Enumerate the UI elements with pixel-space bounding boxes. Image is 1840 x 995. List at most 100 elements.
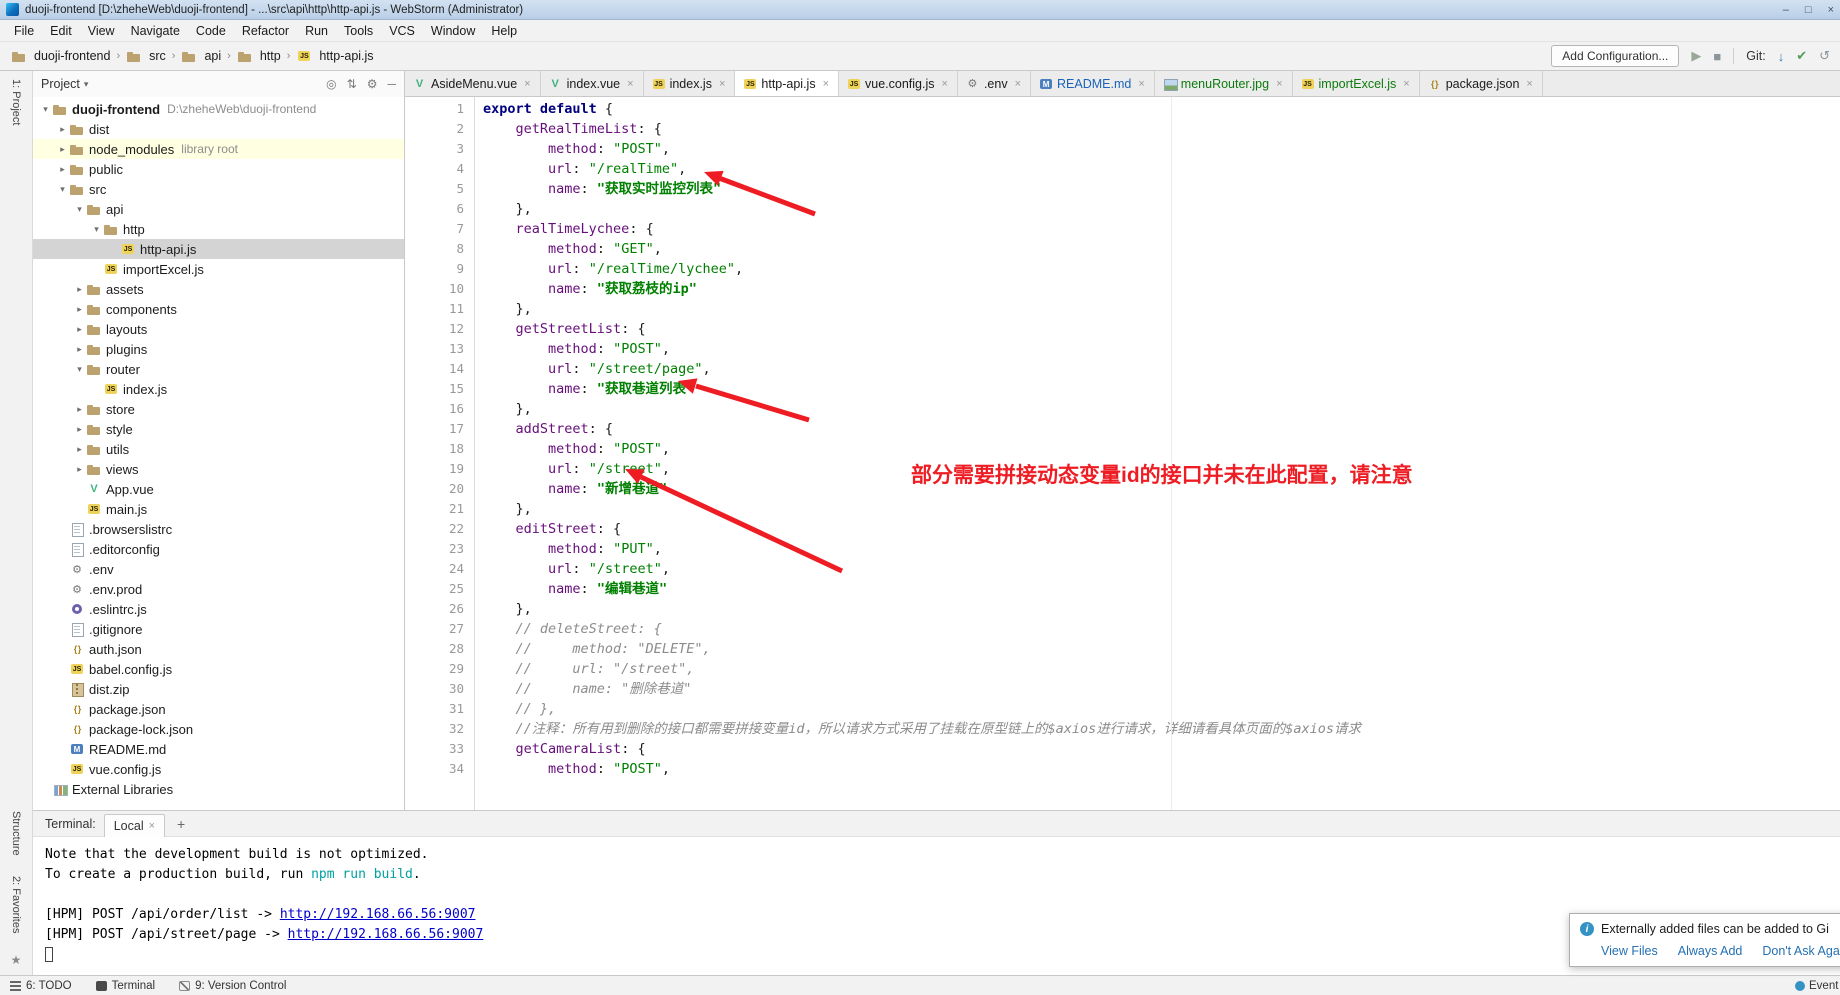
terminal-link[interactable]: http://192.168.66.56:9007 (288, 927, 484, 942)
close-tab-icon[interactable]: × (1524, 78, 1534, 90)
tree-item-babel-config-js[interactable]: babel.config.js (33, 659, 404, 679)
tab-vue-config-js[interactable]: vue.config.js× (839, 71, 958, 96)
new-terminal-session-icon[interactable]: + (173, 816, 189, 832)
maximize-button[interactable]: □ (1805, 4, 1812, 16)
menu-item-refactor[interactable]: Refactor (234, 22, 297, 40)
tab-index-js[interactable]: index.js× (644, 71, 736, 96)
close-tab-icon[interactable]: × (1274, 78, 1284, 90)
chevron-right-icon[interactable]: ▸ (56, 164, 69, 175)
tree-item-package-lock-json[interactable]: package-lock.json (33, 719, 404, 739)
tree-item-main-js[interactable]: main.js (33, 499, 404, 519)
tree-item-vue-config-js[interactable]: vue.config.js (33, 759, 404, 779)
tree-item-env-prod[interactable]: .env.prod (33, 579, 404, 599)
tree-item-api[interactable]: ▾api (33, 199, 404, 219)
tree-item-dist-zip[interactable]: dist.zip (33, 679, 404, 699)
close-tab-icon[interactable]: × (625, 78, 635, 90)
menu-item-help[interactable]: Help (483, 22, 525, 40)
tree-item-importexcel-js[interactable]: importExcel.js (33, 259, 404, 279)
chevron-down-icon[interactable]: ▾ (73, 364, 86, 375)
git-commit-icon[interactable]: ✔ (1796, 48, 1807, 64)
chevron-down-icon[interactable]: ▾ (56, 184, 69, 195)
menu-item-run[interactable]: Run (297, 22, 336, 40)
breadcrumb-item-src[interactable]: src (125, 48, 167, 64)
tree-item-editorconfig[interactable]: .editorconfig (33, 539, 404, 559)
stop-icon[interactable]: ■ (1713, 49, 1721, 64)
tool-stripe-1-project[interactable]: 1: Project (10, 79, 22, 125)
tree-item-views[interactable]: ▸views (33, 459, 404, 479)
tab-menurouter-jpg[interactable]: menuRouter.jpg× (1155, 71, 1293, 96)
tree-item-plugins[interactable]: ▸plugins (33, 339, 404, 359)
tab-readme-md[interactable]: README.md× (1031, 71, 1155, 96)
terminal-tab-local[interactable]: Local × (104, 814, 165, 837)
chevron-down-icon[interactable]: ▾ (73, 204, 86, 215)
tree-item-http[interactable]: ▾http (33, 219, 404, 239)
git-update-icon[interactable]: ↓ (1778, 49, 1785, 64)
tree-item-eslintrc-js[interactable]: .eslintrc.js (33, 599, 404, 619)
run-icon[interactable]: ▶ (1691, 48, 1701, 64)
tree-item-layouts[interactable]: ▸layouts (33, 319, 404, 339)
tab-http-api-js[interactable]: http-api.js× (735, 71, 839, 96)
git-rollback-icon[interactable]: ↺ (1819, 48, 1830, 64)
menu-item-window[interactable]: Window (423, 22, 483, 40)
statusbar-item-6-todo[interactable]: 6: TODO (10, 980, 72, 992)
terminal-cursor[interactable] (45, 947, 53, 962)
tree-item-duoji-frontend[interactable]: ▾duoji-frontendD:\zheheWeb\duoji-fronten… (33, 99, 404, 119)
tree-item-store[interactable]: ▸store (33, 399, 404, 419)
tree-item-node-modules[interactable]: ▸node_moduleslibrary root (33, 139, 404, 159)
menu-item-file[interactable]: File (6, 22, 42, 40)
locate-icon[interactable]: ◎ (326, 77, 336, 91)
terminal-link[interactable]: http://192.168.66.56:9007 (280, 907, 476, 922)
chevron-right-icon[interactable]: ▸ (73, 424, 86, 435)
close-icon[interactable]: × (149, 820, 155, 832)
collapse-all-icon[interactable]: ⇅ (347, 77, 357, 91)
tab-env[interactable]: .env× (958, 71, 1031, 96)
editor-code[interactable]: export default { getRealTimeList: { meth… (475, 97, 1840, 810)
chevron-right-icon[interactable]: ▸ (73, 284, 86, 295)
close-tab-icon[interactable]: × (1136, 78, 1146, 90)
tree-item-utils[interactable]: ▸utils (33, 439, 404, 459)
close-tab-icon[interactable]: × (1013, 78, 1023, 90)
notification-action-always-add[interactable]: Always Add (1678, 944, 1743, 958)
close-tab-icon[interactable]: × (821, 78, 831, 90)
tree-item-external-libraries[interactable]: External Libraries (33, 779, 404, 799)
tree-item-public[interactable]: ▸public (33, 159, 404, 179)
tree-item-browserslistrc[interactable]: .browserslistrc (33, 519, 404, 539)
tree-item-dist[interactable]: ▸dist (33, 119, 404, 139)
notification-action-don-t-ask-agai[interactable]: Don't Ask Agai (1762, 944, 1840, 958)
tab-index-vue[interactable]: index.vue× (541, 71, 644, 96)
close-button[interactable]: × (1828, 4, 1834, 16)
statusbar-event-log[interactable]: Event Log (1795, 980, 1840, 992)
statusbar-item-terminal[interactable]: Terminal (96, 980, 155, 992)
tab-package-json[interactable]: package.json× (1420, 71, 1543, 96)
tree-item-src[interactable]: ▾src (33, 179, 404, 199)
chevron-down-icon[interactable]: ▾ (39, 104, 52, 115)
tree-item-package-json[interactable]: package.json (33, 699, 404, 719)
settings-icon[interactable]: ⚙ (367, 77, 378, 91)
chevron-right-icon[interactable]: ▸ (73, 324, 86, 335)
chevron-right-icon[interactable]: ▸ (56, 124, 69, 135)
hide-panel-icon[interactable]: ─ (387, 77, 396, 91)
tree-item-index-js[interactable]: index.js (33, 379, 404, 399)
statusbar-item-9-version-control[interactable]: 9: Version Control (179, 980, 286, 992)
chevron-right-icon[interactable]: ▸ (73, 404, 86, 415)
tree-item-style[interactable]: ▸style (33, 419, 404, 439)
chevron-down-icon[interactable]: ▾ (90, 224, 103, 235)
breadcrumb-item-api[interactable]: api (180, 48, 222, 64)
chevron-right-icon[interactable]: ▸ (56, 144, 69, 155)
chevron-down-icon[interactable]: ▾ (84, 79, 89, 90)
breadcrumb-item-duoji-frontend[interactable]: duoji-frontend (10, 48, 111, 64)
menu-item-view[interactable]: View (80, 22, 123, 40)
menu-item-tools[interactable]: Tools (336, 22, 381, 40)
tool-stripe-2-favorites[interactable]: 2: Favorites (10, 876, 22, 933)
notification-action-view-files[interactable]: View Files (1601, 944, 1658, 958)
close-tab-icon[interactable]: × (717, 78, 727, 90)
tree-item-readme-md[interactable]: README.md (33, 739, 404, 759)
close-tab-icon[interactable]: × (522, 78, 532, 90)
tab-asidemenu-vue[interactable]: AsideMenu.vue× (405, 71, 541, 96)
tab-importexcel-js[interactable]: importExcel.js× (1293, 71, 1420, 96)
chevron-right-icon[interactable]: ▸ (73, 444, 86, 455)
chevron-right-icon[interactable]: ▸ (73, 344, 86, 355)
menu-item-edit[interactable]: Edit (42, 22, 80, 40)
menu-item-code[interactable]: Code (188, 22, 234, 40)
close-tab-icon[interactable]: × (940, 78, 950, 90)
